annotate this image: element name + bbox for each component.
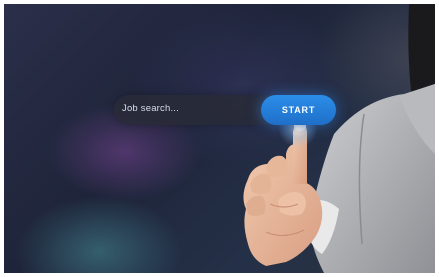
start-button[interactable]: START [261,95,336,125]
search-input[interactable]: Job search... [122,103,179,114]
photo-frame: Job search... START [4,4,435,273]
job-search-bar[interactable]: Job search... START [114,95,336,125]
pointing-hand-icon [243,4,435,273]
